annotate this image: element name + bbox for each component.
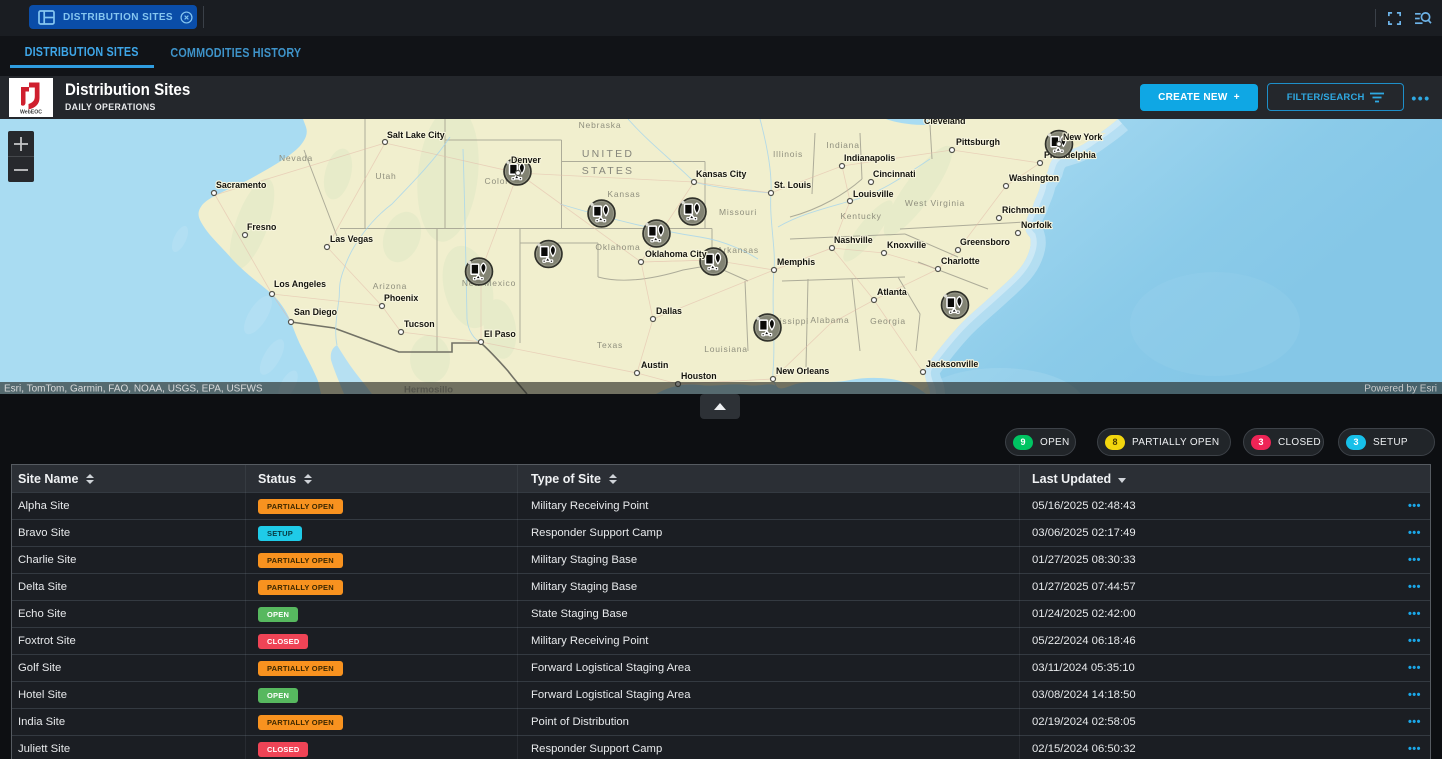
svg-text:Nebraska: Nebraska bbox=[579, 120, 622, 130]
svg-text:St. Louis: St. Louis bbox=[774, 180, 811, 190]
svg-text:Kansas: Kansas bbox=[607, 189, 640, 199]
svg-text:Louisville: Louisville bbox=[853, 189, 894, 199]
svg-text:Las Vegas: Las Vegas bbox=[330, 234, 373, 244]
svg-text:UNITED: UNITED bbox=[582, 148, 634, 160]
svg-text:Kansas City: Kansas City bbox=[696, 169, 746, 179]
svg-text:New York: New York bbox=[1063, 132, 1102, 142]
svg-text:Austin: Austin bbox=[641, 360, 668, 370]
svg-text:Memphis: Memphis bbox=[777, 257, 815, 267]
svg-text:Alabama: Alabama bbox=[810, 315, 849, 325]
svg-text:Indianapolis: Indianapolis bbox=[844, 153, 895, 163]
svg-text:Dallas: Dallas bbox=[656, 306, 682, 316]
svg-text:Powered by Esri: Powered by Esri bbox=[1364, 384, 1437, 395]
svg-text:Georgia: Georgia bbox=[870, 316, 906, 326]
svg-text:El Paso: El Paso bbox=[484, 329, 516, 339]
svg-text:Kentucky: Kentucky bbox=[840, 211, 881, 221]
svg-text:Tucson: Tucson bbox=[404, 319, 435, 329]
svg-text:Denver: Denver bbox=[511, 155, 541, 165]
svg-text:Atlanta: Atlanta bbox=[877, 287, 907, 297]
svg-text:Oklahoma City: Oklahoma City bbox=[645, 249, 707, 259]
svg-text:Esri, TomTom, Garmin, FAO, NOA: Esri, TomTom, Garmin, FAO, NOAA, USGS, E… bbox=[4, 384, 263, 395]
svg-text:STATES: STATES bbox=[582, 165, 634, 177]
svg-text:Phoenix: Phoenix bbox=[384, 293, 418, 303]
svg-text:Nashville: Nashville bbox=[834, 235, 873, 245]
svg-text:Texas: Texas bbox=[597, 340, 623, 350]
svg-text:Norfolk: Norfolk bbox=[1021, 220, 1052, 230]
svg-text:Missouri: Missouri bbox=[719, 207, 757, 217]
svg-text:San Diego: San Diego bbox=[294, 307, 338, 317]
svg-text:WebEOC: WebEOC bbox=[20, 110, 42, 116]
svg-text:Charlotte: Charlotte bbox=[941, 256, 980, 266]
svg-text:Washington: Washington bbox=[1009, 173, 1059, 183]
svg-text:Houston: Houston bbox=[681, 371, 717, 381]
svg-text:Fresno: Fresno bbox=[247, 222, 277, 232]
svg-text:Los Angeles: Los Angeles bbox=[274, 279, 326, 289]
svg-text:Nevada: Nevada bbox=[279, 153, 313, 163]
svg-text:Cincinnati: Cincinnati bbox=[873, 169, 916, 179]
svg-text:Sacramento: Sacramento bbox=[216, 180, 267, 190]
svg-text:Louisiana: Louisiana bbox=[704, 344, 748, 354]
svg-text:West Virginia: West Virginia bbox=[905, 198, 965, 208]
svg-text:Hermosillo: Hermosillo bbox=[404, 385, 453, 395]
svg-text:Greensboro: Greensboro bbox=[960, 237, 1010, 247]
svg-text:Jacksonville: Jacksonville bbox=[926, 359, 978, 369]
svg-text:Richmond: Richmond bbox=[1002, 205, 1045, 215]
svg-text:Arizona: Arizona bbox=[373, 281, 407, 291]
svg-text:Salt Lake City: Salt Lake City bbox=[387, 130, 445, 140]
svg-text:Pittsburgh: Pittsburgh bbox=[956, 137, 1000, 147]
svg-text:Utah: Utah bbox=[375, 171, 396, 181]
svg-text:Oklahoma: Oklahoma bbox=[595, 242, 640, 252]
svg-text:New Orleans: New Orleans bbox=[776, 366, 829, 376]
svg-text:Indiana: Indiana bbox=[826, 140, 860, 150]
svg-text:Illinois: Illinois bbox=[773, 149, 803, 159]
svg-text:Knoxville: Knoxville bbox=[887, 240, 926, 250]
svg-text:Cleveland: Cleveland bbox=[924, 119, 966, 126]
